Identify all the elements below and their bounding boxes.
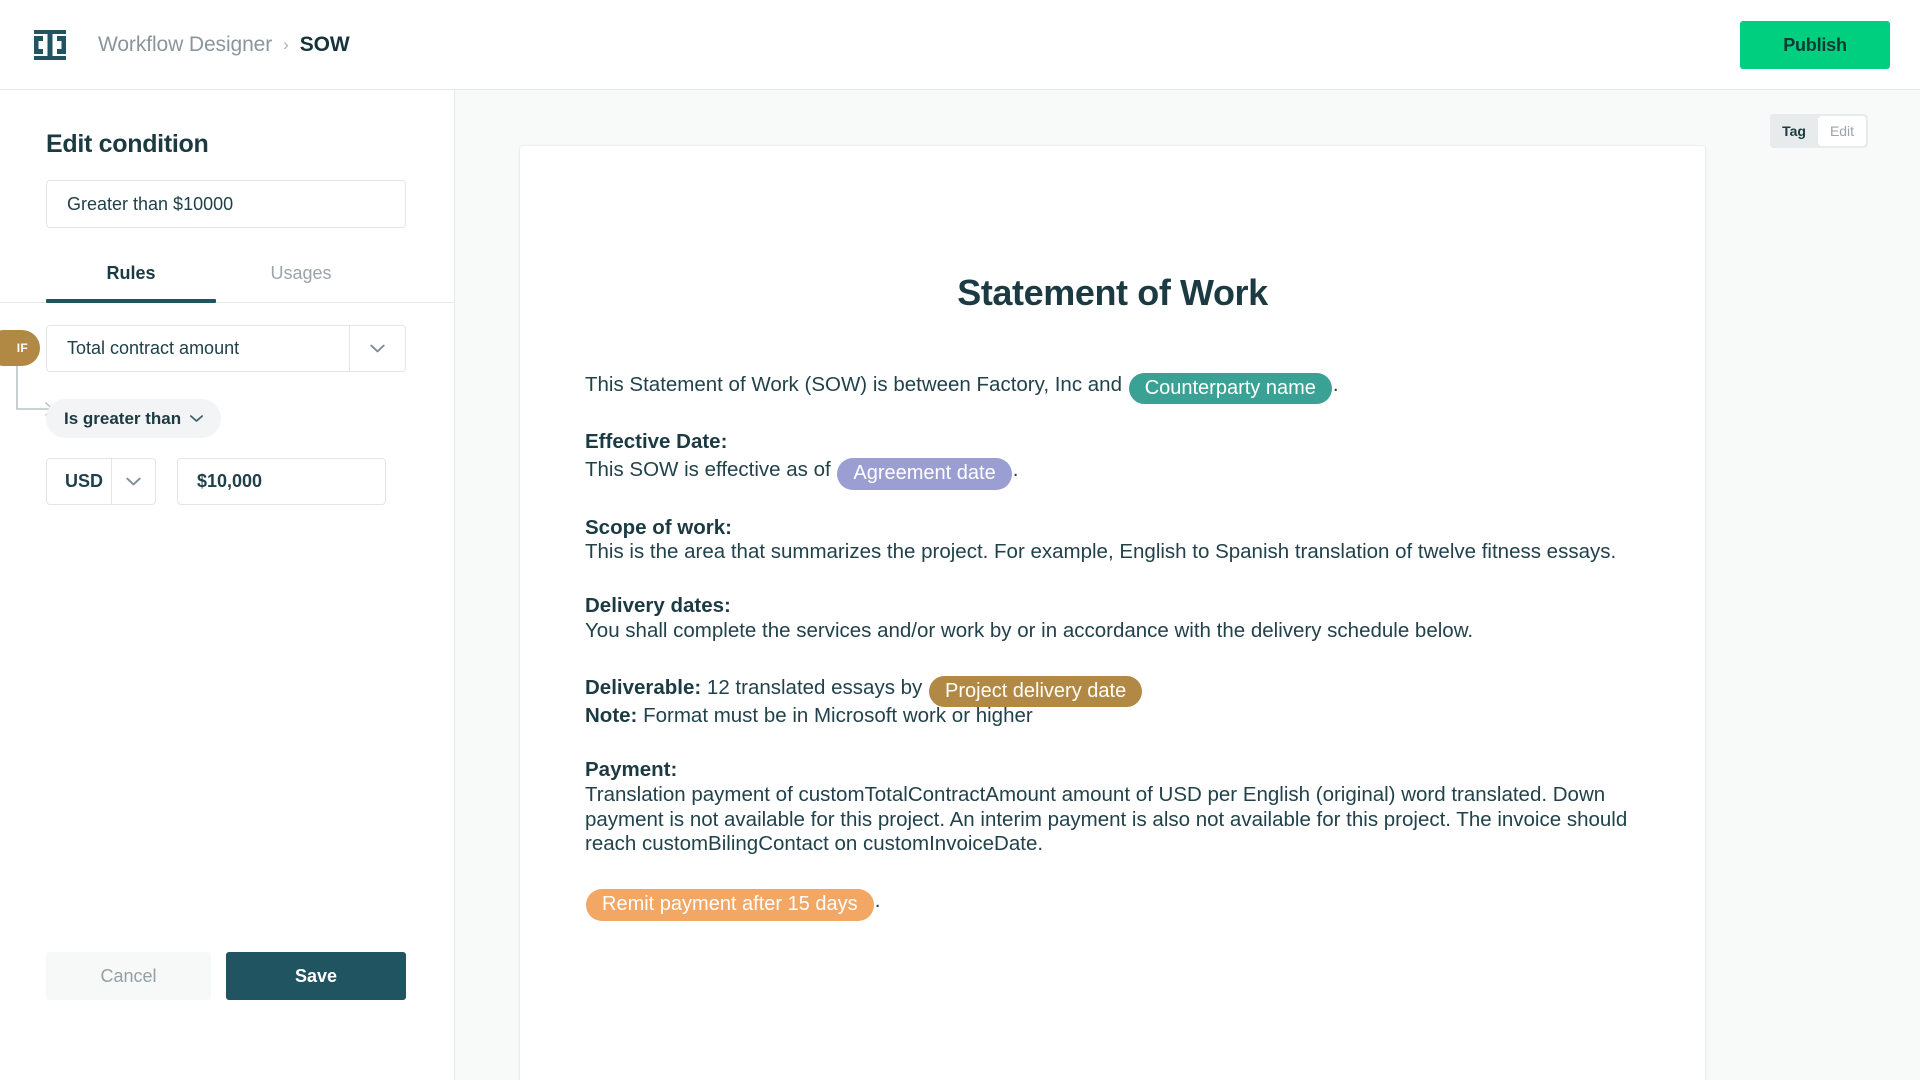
- effective-date-after: .: [1012, 458, 1019, 482]
- intro-text-after: .: [1332, 373, 1339, 396]
- publish-button[interactable]: Publish: [1740, 21, 1890, 69]
- paragraph-deliverable: Deliverable: 12 translated essays by Pro…: [585, 673, 1640, 729]
- tab-active-indicator: [46, 299, 216, 303]
- scope-of-work-body: This is the area that summarizes the pro…: [585, 540, 1617, 564]
- condition-name-input[interactable]: [46, 180, 406, 228]
- mode-toggle-tag[interactable]: Tag: [1770, 114, 1818, 148]
- amount-input[interactable]: [177, 458, 386, 505]
- breadcrumb-parent[interactable]: Workflow Designer: [98, 33, 272, 57]
- tag-project-delivery-date[interactable]: Project delivery date: [929, 675, 1143, 708]
- tab-rules[interactable]: Rules: [46, 245, 216, 302]
- rule-field-value: Total contract amount: [67, 338, 240, 358]
- rule-operator-value: Is greater than: [64, 408, 182, 428]
- deliverable-heading: Deliverable:: [585, 675, 702, 699]
- delivery-dates-heading: Delivery dates:: [585, 594, 731, 618]
- paragraph-payment: Payment: Translation payment of customTo…: [585, 758, 1640, 857]
- rule-value-row: USD: [46, 458, 386, 505]
- tag-counterparty-name[interactable]: Counterparty name: [1128, 373, 1332, 405]
- save-button[interactable]: Save: [226, 952, 406, 1000]
- effective-date-before: This SOW is effective as of: [585, 458, 837, 482]
- paragraph-remit: Remit payment after 15 days.: [585, 886, 1640, 921]
- if-badge: IF: [0, 330, 40, 366]
- breadcrumb: Workflow Designer › SOW: [98, 33, 350, 57]
- tag-remit-payment[interactable]: Remit payment after 15 days: [586, 889, 874, 921]
- document-title: Statement of Work: [957, 272, 1268, 313]
- chevron-down-icon: [189, 414, 204, 423]
- effective-date-heading: Effective Date:: [585, 430, 728, 454]
- top-bar: Workflow Designer › SOW Publish: [0, 0, 1920, 90]
- chevron-down-icon[interactable]: [111, 459, 155, 504]
- breadcrumb-current: SOW: [299, 32, 350, 56]
- tag-agreement-date[interactable]: Agreement date: [837, 458, 1012, 490]
- rule-field-select[interactable]: Total contract amount: [46, 325, 406, 372]
- document-body: This Statement of Work (SOW) is between …: [585, 370, 1640, 921]
- sow-document: Statement of Work This Statement of Work…: [520, 146, 1705, 1080]
- breadcrumb-separator-icon: ›: [283, 34, 289, 54]
- note-heading: Note:: [585, 704, 638, 728]
- intro-text-before: This Statement of Work (SOW) is between …: [585, 373, 1128, 396]
- edit-condition-panel: Edit condition /* placeholder set below …: [0, 90, 455, 1080]
- paragraph-effective-date: Effective Date: This SOW is effective as…: [585, 430, 1640, 490]
- panel-title: Edit condition: [46, 130, 209, 158]
- note-body: Format must be in Microsoft work or high…: [637, 704, 1033, 728]
- paragraph-scope-of-work: Scope of work: This is the area that sum…: [585, 516, 1640, 566]
- paragraph-delivery-dates: Delivery dates: You shall complete the s…: [585, 594, 1640, 644]
- paragraph-intro: This Statement of Work (SOW) is between …: [585, 370, 1640, 405]
- rule-operator-select[interactable]: Is greater than: [46, 399, 222, 438]
- mode-toggle-edit[interactable]: Edit: [1818, 116, 1866, 146]
- delivery-dates-body: You shall complete the services and/or w…: [585, 618, 1474, 642]
- panel-tabs: Rules Usages: [0, 245, 454, 303]
- mode-toggle: Tag Edit: [1770, 114, 1868, 148]
- scope-of-work-heading: Scope of work:: [585, 515, 732, 539]
- currency-select[interactable]: USD: [46, 458, 156, 505]
- tab-usages[interactable]: Usages: [216, 245, 386, 302]
- currency-value: USD: [65, 471, 104, 491]
- deliverable-before: 12 translated essays by: [701, 675, 928, 699]
- chevron-down-icon[interactable]: [349, 326, 405, 371]
- payment-heading: Payment:: [585, 757, 678, 781]
- payment-body: Translation payment of customTotalContra…: [585, 782, 1628, 856]
- remit-after: .: [874, 889, 881, 913]
- document-canvas: Tag Edit Statement of Work This Statemen…: [455, 90, 1920, 1080]
- factory-logo-icon[interactable]: [30, 25, 70, 65]
- cancel-button[interactable]: Cancel: [46, 952, 211, 1000]
